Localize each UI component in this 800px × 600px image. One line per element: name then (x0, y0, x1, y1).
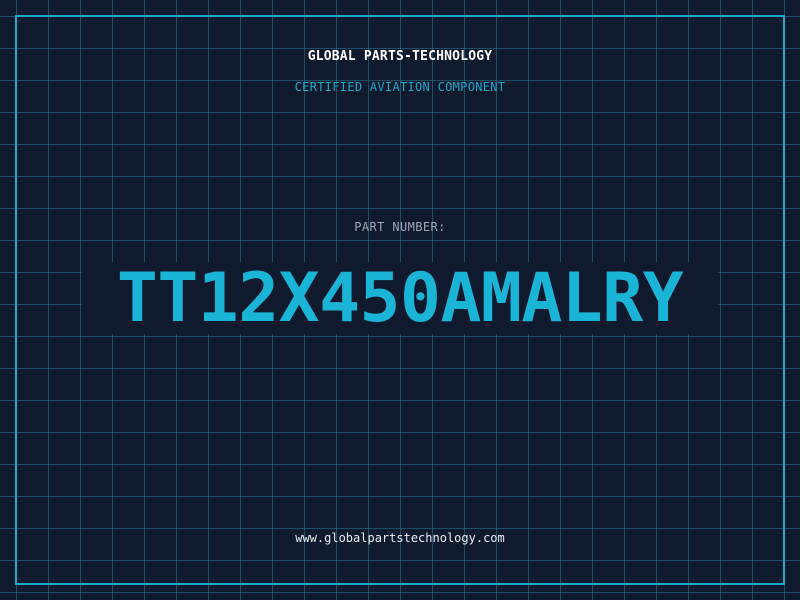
company-name: GLOBAL PARTS-TECHNOLOGY (307, 49, 493, 64)
part-number-value: TT12X450AMALRY (116, 259, 684, 338)
website-url: www.globalpartstechnology.com (295, 531, 505, 545)
part-label-card: GLOBAL PARTS-TECHNOLOGY CERTIFIED AVIATI… (0, 0, 800, 600)
certification-tagline: CERTIFIED AVIATION COMPONENT (294, 80, 506, 94)
part-number-label: PART NUMBER: (354, 220, 446, 234)
